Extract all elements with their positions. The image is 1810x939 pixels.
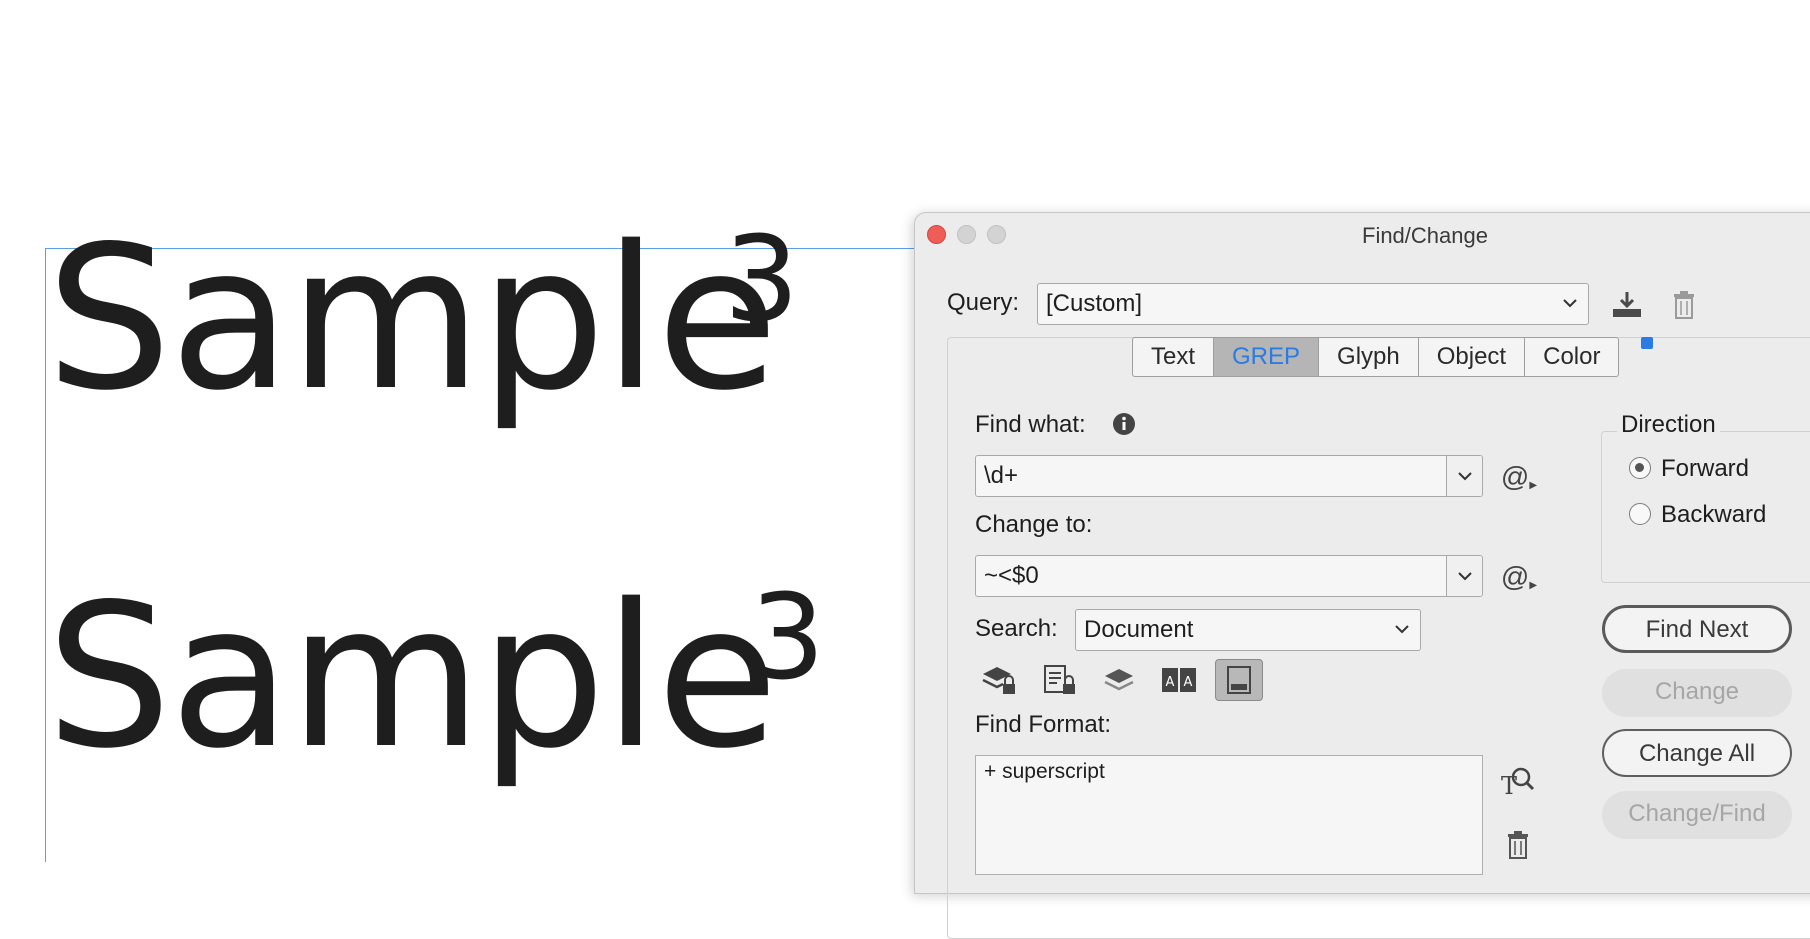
find-what-label: Find what: (975, 411, 1086, 438)
include-master-pages-icon[interactable]: A A (1155, 659, 1203, 701)
query-value: [Custom] (1046, 290, 1143, 317)
change-button[interactable]: Change (1602, 669, 1792, 717)
find-next-button[interactable]: Find Next (1602, 605, 1792, 653)
sample-superscript-2: 3 (750, 568, 826, 706)
find-change-dialog: Find/Change Query: [Custom] Text GREP Gl… (914, 212, 1810, 939)
special-characters-change-icon[interactable]: @ ▶ (1499, 557, 1539, 597)
delete-query-icon[interactable] (1667, 285, 1701, 325)
tab-glyph[interactable]: Glyph (1319, 338, 1419, 376)
svg-text:A: A (1166, 675, 1175, 690)
tab-color[interactable]: Color (1525, 338, 1618, 376)
change-to-input[interactable]: ~<$0 (975, 555, 1483, 597)
svg-text:A: A (1184, 675, 1193, 690)
clear-find-format-icon[interactable] (1501, 825, 1535, 865)
specify-find-format-icon[interactable]: T (1497, 761, 1537, 801)
change-to-label: Change to: (975, 511, 1093, 538)
save-query-icon[interactable] (1607, 285, 1647, 325)
info-icon[interactable] (1111, 411, 1137, 437)
query-label: Query: (947, 289, 1020, 316)
color-tab-indicator (1641, 337, 1653, 349)
title-bar[interactable]: Find/Change (915, 213, 1810, 253)
direction-backward-radio[interactable] (1629, 503, 1651, 525)
sample-superscript-1: 3 (724, 210, 800, 348)
sample-text-2: Sample (46, 561, 778, 792)
include-footnotes-icon[interactable] (1215, 659, 1263, 701)
chevron-down-icon (1562, 284, 1578, 324)
at-symbol: @ (1500, 561, 1530, 592)
find-format-value: + superscript (984, 760, 1105, 783)
direction-forward-label[interactable]: Forward (1661, 455, 1749, 483)
find-format-label: Find Format: (975, 711, 1112, 738)
direction-label: Direction (1617, 411, 1720, 439)
direction-forward-radio[interactable] (1629, 457, 1651, 479)
include-locked-stories-icon[interactable] (1035, 659, 1083, 701)
include-hidden-layers-icon[interactable] (1095, 659, 1143, 701)
change-to-history-dropdown[interactable] (1446, 556, 1482, 596)
change-find-button[interactable]: Change/Find (1602, 791, 1792, 839)
tab-grep[interactable]: GREP (1214, 338, 1320, 376)
find-what-value: \d+ (984, 462, 1019, 489)
direction-backward-label[interactable]: Backward (1661, 501, 1766, 529)
tab-bar: Text GREP Glyph Object Color (1132, 337, 1620, 377)
query-select[interactable]: [Custom] (1037, 283, 1589, 325)
dialog-title: Find/Change (1362, 223, 1488, 248)
search-scope-select[interactable]: Document (1075, 609, 1421, 651)
search-label: Search: (975, 615, 1058, 642)
change-all-button[interactable]: Change All (1602, 729, 1792, 777)
find-format-box[interactable]: + superscript (975, 755, 1483, 875)
include-locked-layers-icon[interactable] (975, 659, 1023, 701)
at-symbol: @ (1500, 461, 1530, 492)
tab-text[interactable]: Text (1133, 338, 1215, 376)
tab-object[interactable]: Object (1419, 338, 1526, 376)
sample-text-1: Sample (46, 203, 778, 434)
chevron-down-icon (1394, 610, 1410, 650)
find-what-history-dropdown[interactable] (1446, 456, 1482, 496)
change-to-value: ~<$0 (984, 562, 1039, 589)
find-what-input[interactable]: \d+ (975, 455, 1483, 497)
special-characters-find-icon[interactable]: @ ▶ (1499, 457, 1539, 497)
search-scope-value: Document (1084, 616, 1194, 643)
svg-text:T: T (1501, 772, 1517, 798)
